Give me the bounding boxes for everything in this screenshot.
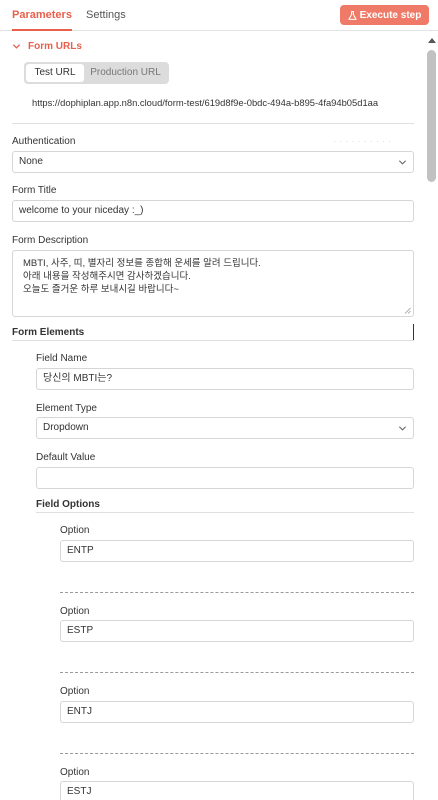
faded-hint-text: · · · · · · · · · · (333, 136, 392, 147)
url-type-toggle: Test URL Production URL (24, 62, 169, 84)
form-elements-label: Form Elements (12, 327, 85, 338)
option-separator (60, 592, 414, 593)
chevron-down-icon (398, 160, 407, 165)
tab-parameters[interactable]: Parameters (12, 0, 72, 31)
field-name-input[interactable]: 당신의 MBTI는? (36, 368, 414, 390)
execute-step-button[interactable]: Execute step (340, 5, 429, 25)
chevron-down-icon (12, 44, 21, 49)
authentication-label: Authentication (12, 136, 76, 147)
option-input[interactable]: ENTP (60, 540, 414, 562)
form-title-input[interactable]: welcome to your niceday :_) (12, 200, 414, 222)
divider (12, 123, 414, 124)
form-description-label: Form Description (12, 235, 89, 246)
default-value-input[interactable] (36, 467, 414, 489)
description-line: MBTI, 사주, 띠, 별자리 정보를 종합해 운세를 알려 드립니다. (23, 258, 261, 269)
field-name-label: Field Name (36, 353, 88, 364)
default-value-label: Default Value (36, 452, 96, 463)
form-description-textarea[interactable]: MBTI, 사주, 띠, 별자리 정보를 종합해 운세를 알려 드립니다. 아래… (12, 250, 414, 317)
description-line: 아래 내용을 작성해주시면 감사하겠습니다. (23, 271, 191, 282)
option-label: Option (60, 767, 90, 778)
production-url-option[interactable]: Production URL (84, 64, 167, 82)
resize-grip-icon[interactable] (404, 307, 411, 314)
scroll-up-arrow-icon[interactable] (428, 38, 436, 43)
description-line: 오늘도 즐거운 하루 보내시길 바랍니다~ (23, 284, 179, 295)
text-cursor (413, 324, 414, 340)
form-url-text[interactable]: https://dophiplan.app.n8n.cloud/form-tes… (32, 97, 378, 108)
flask-icon (348, 10, 357, 20)
parameters-panel: Form URLs Test URL Production URL https:… (0, 31, 424, 800)
divider (36, 512, 414, 513)
option-input[interactable]: ENTJ (60, 701, 414, 723)
element-type-label: Element Type (36, 403, 97, 414)
option-label: Option (60, 525, 90, 536)
element-type-select[interactable]: Dropdown (36, 417, 414, 439)
scroll-thumb[interactable] (427, 50, 436, 182)
test-url-option[interactable]: Test URL (26, 64, 84, 82)
execute-step-label: Execute step (359, 9, 422, 21)
scrollbar[interactable] (427, 34, 436, 800)
authentication-select[interactable]: None (12, 151, 414, 173)
option-separator (60, 753, 414, 754)
field-options-label: Field Options (36, 499, 100, 510)
element-type-value: Dropdown (43, 422, 89, 433)
form-urls-title: Form URLs (28, 41, 82, 52)
divider (12, 340, 414, 341)
option-separator (60, 672, 414, 673)
form-title-label: Form Title (12, 185, 57, 196)
tab-settings[interactable]: Settings (86, 0, 126, 31)
node-panel-header: Parameters Settings Execute step (0, 0, 438, 31)
authentication-value: None (19, 156, 43, 167)
option-input[interactable]: ESTP (60, 620, 414, 642)
option-input[interactable]: ESTJ (60, 781, 414, 800)
option-label: Option (60, 606, 90, 617)
chevron-down-icon (398, 426, 407, 431)
form-urls-toggle[interactable]: Form URLs (12, 41, 82, 52)
option-label: Option (60, 686, 90, 697)
